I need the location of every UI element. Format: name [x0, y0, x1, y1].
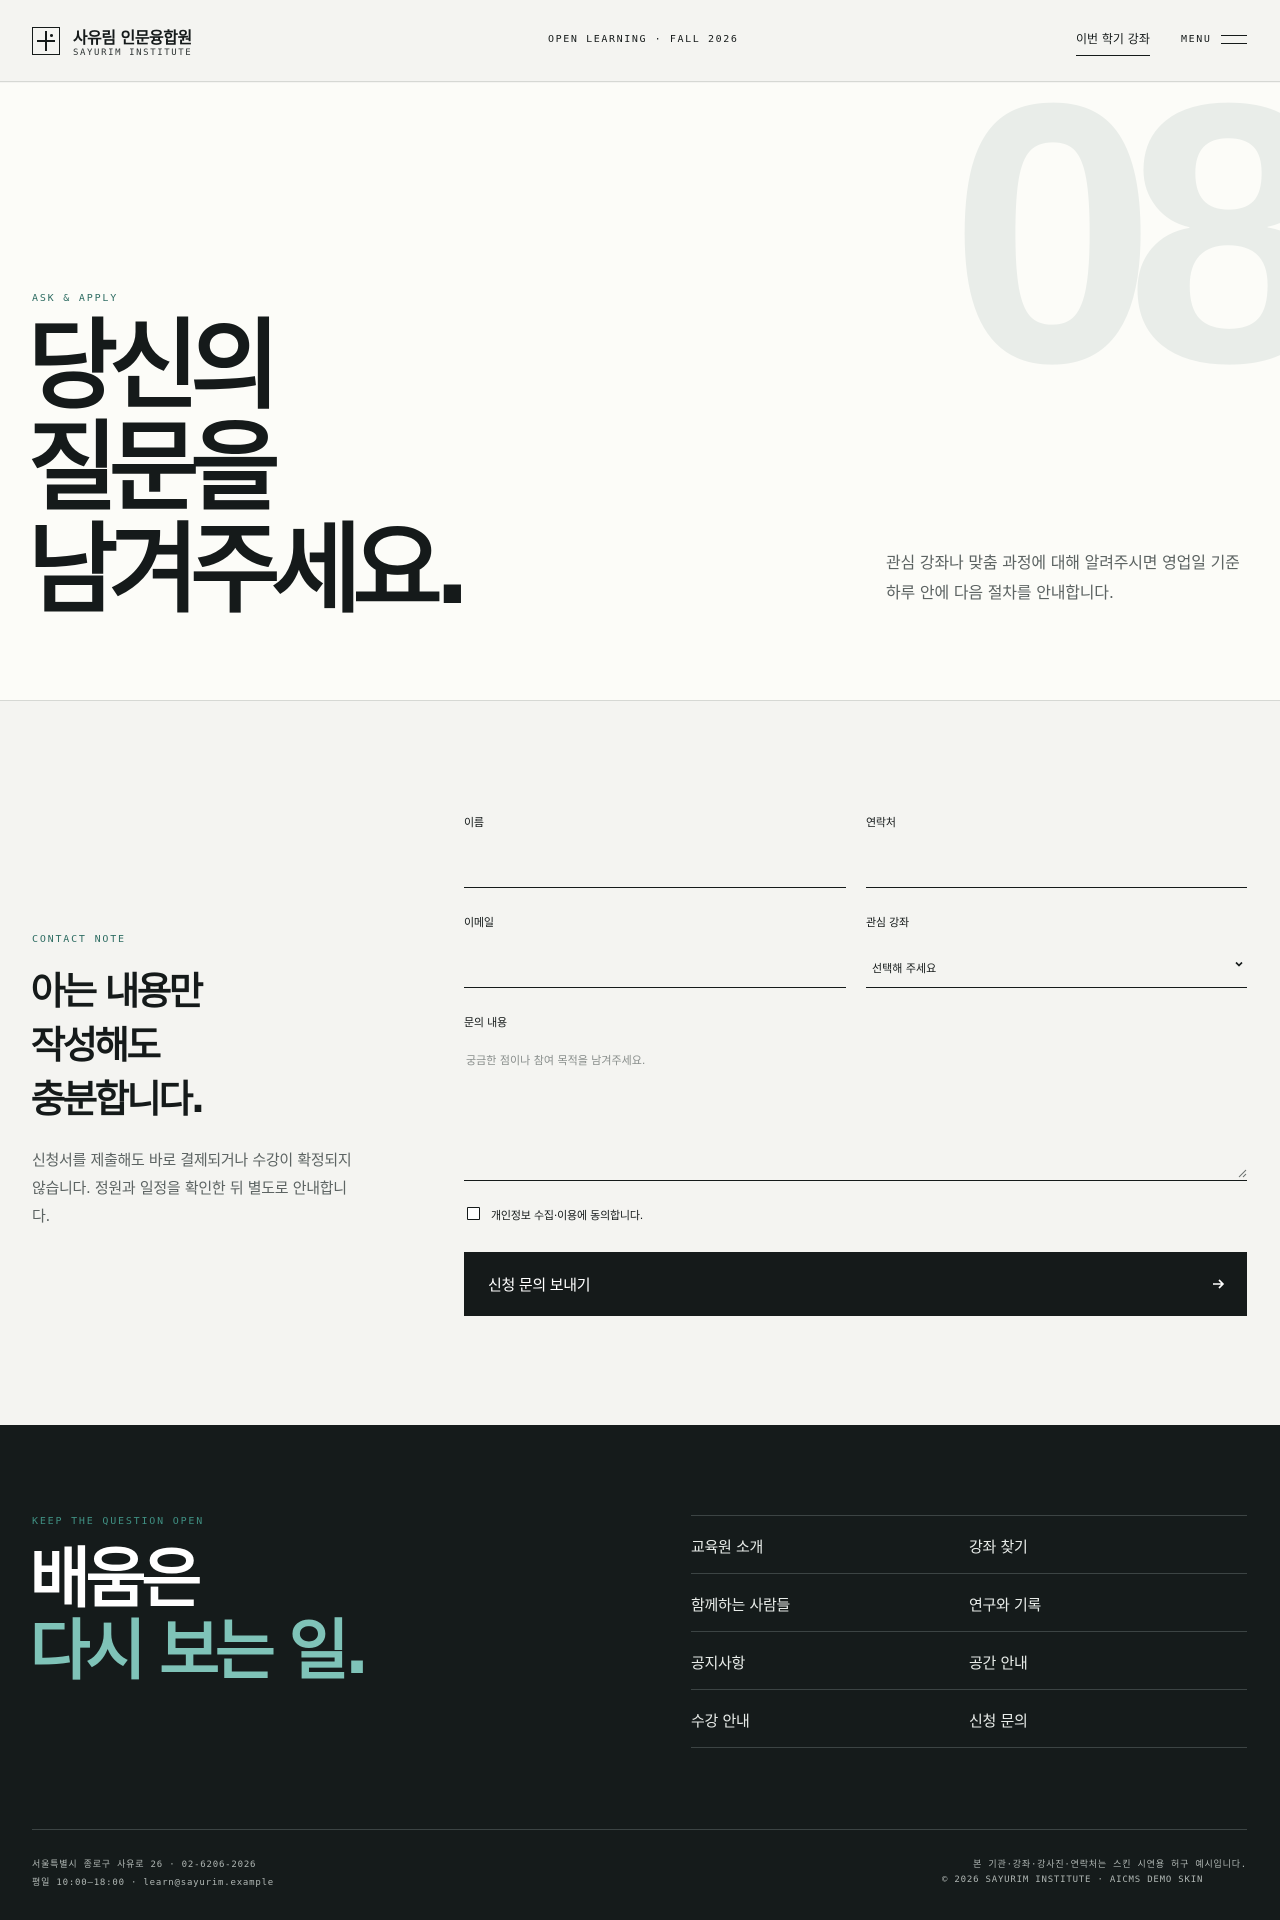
- hamburger-menu-icon[interactable]: [1221, 35, 1247, 44]
- resize-grip-icon[interactable]: [1237, 1168, 1247, 1178]
- footer-title: 배움은 다시 보는 일.: [30, 1540, 370, 1689]
- nav-link-current-courses[interactable]: 이번 학기 강좌: [1076, 30, 1150, 56]
- footer-link[interactable]: 함께하는 사람들: [691, 1574, 969, 1632]
- name-label: 이름: [464, 816, 484, 829]
- contact-section: CONTACT NOTE 아는 내용만 작성해도 충분합니다. 신청서를 제출해…: [0, 702, 1280, 1425]
- logo-dot: [50, 34, 53, 37]
- hero-title-line: 질문을: [28, 411, 280, 525]
- contact-title-line: 작성해도: [31, 1023, 162, 1067]
- footer-link[interactable]: 연구와 기록: [969, 1574, 1247, 1632]
- menu-label[interactable]: MENU: [1181, 34, 1211, 45]
- footer-link[interactable]: 공간 안내: [969, 1632, 1247, 1690]
- site-header: 사유림 인문융합원 SAYURIM INSTITUTE OPEN LEARNIN…: [0, 0, 1280, 82]
- consent-label[interactable]: 개인정보 수집·이용에 동의합니다.: [491, 1207, 643, 1223]
- chevron-down-icon: [1235, 961, 1243, 967]
- hero-eyebrow: ASK & APPLY: [32, 293, 119, 304]
- email-input[interactable]: [464, 954, 846, 988]
- name-input[interactable]: [464, 854, 846, 888]
- footer-link[interactable]: 공지사항: [691, 1632, 969, 1690]
- hero-description: 관심 강좌나 맞춤 과정에 대해 알려주시면 영업일 기준 하루 안에 다음 절…: [886, 553, 1240, 602]
- footer-link[interactable]: 교육원 소개: [691, 1516, 969, 1574]
- hero-background-number: 08: [950, 83, 1280, 440]
- contact-title: 아는 내용만 작성해도 충분합니다.: [31, 964, 205, 1126]
- course-label: 관심 강좌: [866, 916, 909, 929]
- consent-checkbox[interactable]: [467, 1207, 480, 1220]
- course-select-value: 선택해 주세요: [872, 962, 937, 975]
- submit-inquiry-button[interactable]: 신청 문의 보내기: [464, 1252, 1247, 1316]
- footer-title-line1: 배움은: [30, 1540, 202, 1617]
- hero-section: 08 ASK & APPLY 당신의 질문을 남겨주세요. 관심 강좌나 맞춤 …: [0, 83, 1280, 701]
- footer-copyright: © 2026 SAYURIM INSTITUTE · AICMS DEMO SK…: [942, 1875, 1204, 1885]
- hero-title-line: 남겨주세요.: [28, 513, 471, 627]
- footer-link[interactable]: 신청 문의: [969, 1690, 1247, 1748]
- hero-title-line: 당신의: [28, 309, 280, 423]
- footer-hours: 평일 10:00–18:00 · learn@sayurim.example: [32, 1878, 275, 1888]
- footer-eyebrow: KEEP THE QUESTION OPEN: [32, 1516, 205, 1527]
- contact-eyebrow: CONTACT NOTE: [32, 934, 126, 945]
- square-cross-logo-icon[interactable]: [32, 27, 60, 55]
- course-select[interactable]: 선택해 주세요: [866, 948, 1247, 988]
- contact-title-line: 충분합니다.: [31, 1077, 205, 1121]
- contact-title-line: 아는 내용만: [31, 969, 204, 1013]
- arrow-right-icon: [1213, 1279, 1225, 1289]
- phone-input[interactable]: [866, 854, 1247, 888]
- site-footer: KEEP THE QUESTION OPEN 배움은 다시 보는 일. 교육원 …: [0, 1425, 1280, 1920]
- submit-label: 신청 문의 보내기: [488, 1277, 591, 1294]
- message-textarea[interactable]: [464, 1042, 1247, 1181]
- footer-link[interactable]: 강좌 찾기: [969, 1516, 1247, 1574]
- hero-title: 당신의 질문을 남겨주세요.: [28, 309, 471, 627]
- footer-title-line2: 다시 보는 일.: [30, 1612, 370, 1689]
- email-label: 이메일: [464, 916, 494, 929]
- message-label: 문의 내용: [464, 1016, 507, 1029]
- footer-disclaimer: 본 기관·강좌·강사진·연락처는 스킨 시연용 허구 예시입니다.: [973, 1860, 1247, 1870]
- brand-title[interactable]: 사유림 인문융합원: [73, 24, 192, 48]
- footer-address: 서울특별시 종로구 사유로 26 · 02-6206-2026: [32, 1860, 257, 1870]
- brand-subtitle: SAYURIM INSTITUTE: [73, 48, 193, 58]
- footer-link[interactable]: 수강 안내: [691, 1690, 969, 1748]
- header-semester-label: OPEN LEARNING · FALL 2026: [548, 34, 739, 45]
- contact-note: 신청서를 제출해도 바로 결제되거나 수강이 확정되지 않습니다. 정원과 일정…: [32, 1151, 352, 1225]
- footer-link-grid: 교육원 소개 강좌 찾기 함께하는 사람들 연구와 기록 공지사항 공간 안내 …: [691, 1515, 1247, 1748]
- phone-label: 연락처: [866, 816, 896, 829]
- footer-divider: [32, 1829, 1247, 1830]
